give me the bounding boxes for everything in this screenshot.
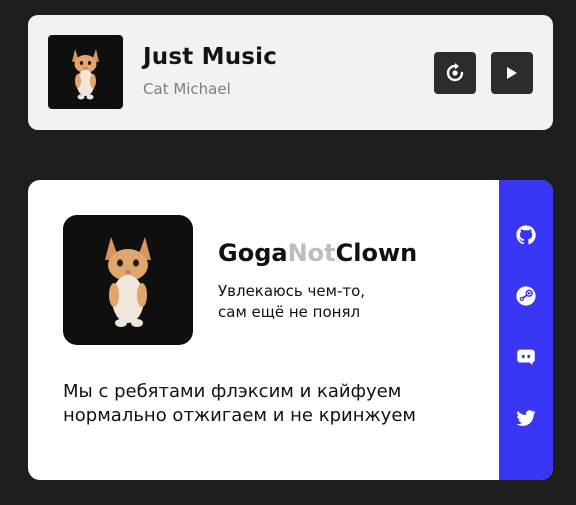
play-icon (507, 67, 517, 79)
name-part-clown: Clown (335, 239, 418, 267)
play-button[interactable] (491, 52, 533, 94)
status-line: Увлекаюсь чем-то, (218, 282, 366, 300)
cat-image (105, 237, 151, 327)
cat-image (72, 49, 99, 100)
about-line: Мы с ребятами флэксим и кайфуем (63, 381, 402, 402)
profile-card: GogaNotClown Увлекаюсь чем-то, сам ещё н… (28, 180, 553, 480)
twitter-icon (516, 410, 536, 426)
about-line: нормально отжигаем и не кринжуем (63, 405, 416, 426)
avatar (63, 215, 193, 345)
profile-about: Мы с ребятами флэксим и кайфуем нормальн… (63, 380, 503, 428)
repeat-button[interactable] (434, 52, 476, 94)
profile-status: Увлекаюсь чем-то, сам ещё не понял (218, 281, 448, 323)
profile-name: GogaNotClown (218, 239, 417, 267)
repeat-icon (446, 63, 464, 82)
twitter-link[interactable] (514, 406, 538, 430)
steam-link[interactable] (514, 284, 538, 308)
discord-icon (517, 349, 535, 366)
status-line: сам ещё не понял (218, 303, 361, 321)
album-cover-image (48, 35, 123, 109)
music-player-card: Just Music Cat Michael (28, 15, 553, 130)
steam-icon (516, 286, 536, 306)
name-part-goga: Goga (218, 239, 288, 267)
name-part-not: Not (287, 239, 336, 267)
github-link[interactable] (514, 223, 538, 247)
track-artist: Cat Michael (143, 80, 231, 98)
track-title: Just Music (143, 44, 278, 70)
social-links-bar (499, 180, 553, 480)
github-icon (516, 225, 536, 245)
discord-link[interactable] (514, 345, 538, 369)
